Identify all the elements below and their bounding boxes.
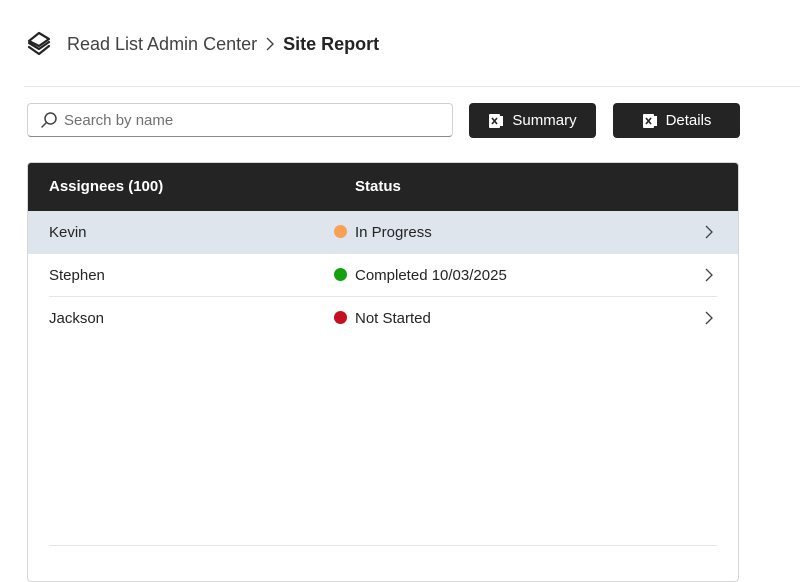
summary-button-label: Summary — [512, 112, 577, 129]
header-divider — [24, 86, 800, 87]
details-button-label: Details — [665, 112, 712, 129]
chevron-right-icon[interactable] — [704, 268, 714, 282]
summary-export-button[interactable]: Summary — [469, 103, 596, 138]
chevron-right-icon[interactable] — [704, 311, 714, 325]
assignee-name: Stephen — [49, 267, 105, 284]
layers-logo-icon — [24, 29, 54, 59]
status-text: Not Started — [355, 310, 431, 327]
chevron-right-icon[interactable] — [704, 225, 714, 239]
breadcrumb-root[interactable]: Read List Admin Center — [67, 34, 257, 55]
assignees-table: Assignees (100) Status Kevin In Progress… — [27, 162, 739, 582]
excel-icon — [488, 113, 504, 129]
search-icon — [40, 111, 58, 129]
search-input[interactable] — [62, 110, 426, 130]
table-header: Assignees (100) Status — [28, 163, 738, 211]
search-box[interactable] — [27, 103, 453, 137]
page-title: Site Report — [283, 33, 380, 54]
status-text: In Progress — [355, 224, 432, 241]
status-dot-icon — [334, 268, 347, 281]
table-row[interactable]: Kevin In Progress — [28, 211, 738, 254]
chevron-right-icon — [265, 36, 275, 52]
table-row[interactable]: Stephen Completed 10/03/2025 — [28, 254, 738, 297]
status-text: Completed 10/03/2025 — [355, 267, 507, 284]
assignee-name: Kevin — [49, 224, 87, 241]
status-dot-icon — [334, 311, 347, 324]
column-header-assignees[interactable]: Assignees (100) — [49, 178, 163, 195]
excel-icon — [642, 113, 658, 129]
toolbar: Summary Details — [27, 103, 740, 139]
table-footer-divider — [49, 545, 717, 546]
status-dot-icon — [334, 225, 347, 238]
assignee-name: Jackson — [49, 310, 105, 327]
table-row[interactable]: Jackson Not Started — [28, 297, 738, 340]
column-header-status[interactable]: Status — [355, 178, 401, 195]
app-header: Read List Admin Center Site Report — [24, 26, 379, 62]
details-export-button[interactable]: Details — [613, 103, 740, 138]
